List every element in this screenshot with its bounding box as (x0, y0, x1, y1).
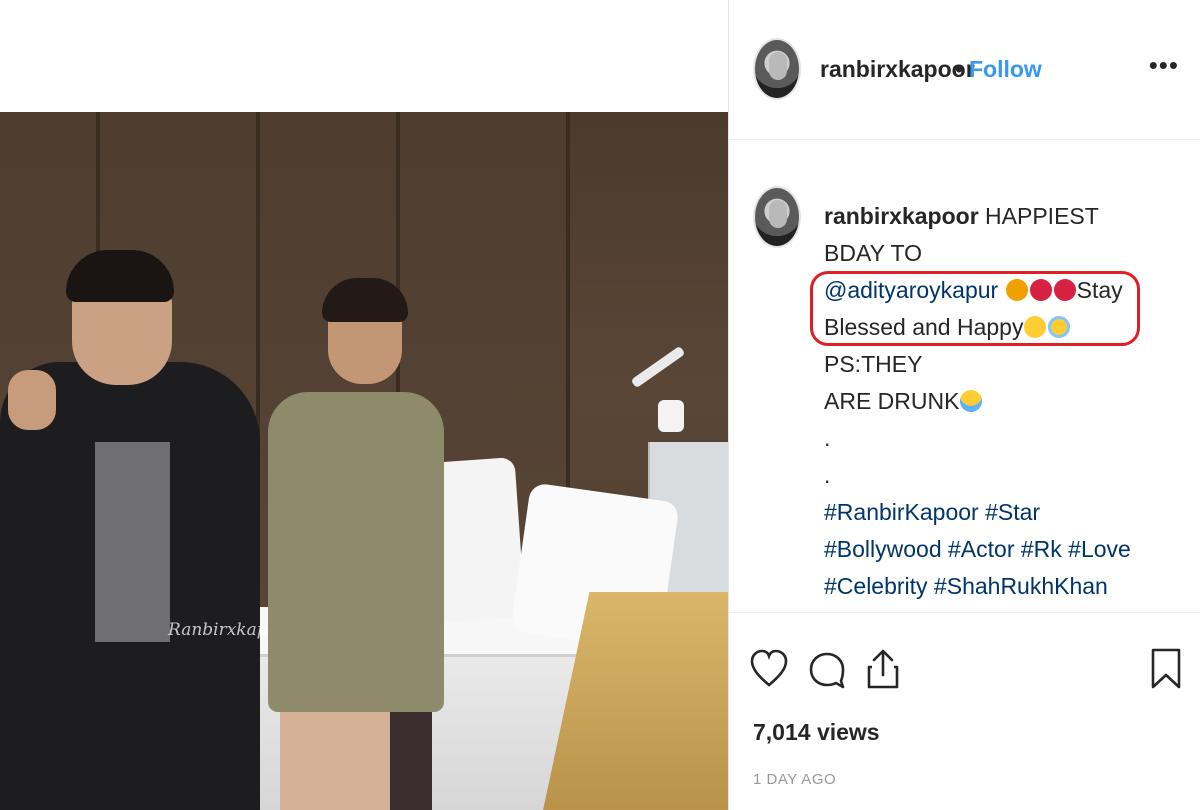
avatar-face (769, 200, 787, 228)
caption-username[interactable]: ranbirxkapoor (824, 203, 979, 229)
caption-text: ranbirxkapoor HAPPIEST BDAY TO @adityaro… (824, 198, 1144, 612)
post-media[interactable]: Ranbirxkap (0, 0, 728, 810)
separator-dot: • (955, 56, 964, 82)
comment-icon[interactable] (807, 647, 847, 691)
lamp-head (658, 400, 684, 432)
post-header: ranbirxkapoor • Follow ••• (729, 0, 1200, 140)
bookmark-icon[interactable] (1149, 647, 1183, 691)
header-username[interactable]: ranbirxkapoor (820, 56, 975, 83)
person-left-hand (8, 370, 56, 430)
caption-drunk: ARE DRUNK (824, 388, 960, 414)
video-watermark: Ranbirxkap (168, 620, 268, 640)
person-right-dress (268, 392, 444, 712)
laughing-tears-emoji (960, 390, 983, 412)
caption-ps: PS:THEY (824, 351, 923, 377)
caption-avatar[interactable] (753, 186, 801, 248)
caption-hashtags[interactable]: #RanbirKapoor #Star #Bollywood #Actor #R… (824, 499, 1136, 612)
video-frame[interactable]: Ranbirxkap (0, 112, 728, 810)
action-bar: 7,014 views 1 DAY AGO (729, 612, 1200, 810)
share-icon[interactable] (863, 647, 903, 691)
follow-button[interactable]: Follow (969, 56, 1042, 83)
lamp-arm (630, 345, 686, 389)
view-count[interactable]: 7,014 views (753, 719, 880, 746)
profile-avatar[interactable] (753, 38, 801, 100)
caption-dot: . (824, 462, 831, 488)
more-options-icon[interactable]: ••• (1149, 50, 1179, 81)
post-sidebar: ranbirxkapoor • Follow ••• ranbirxkapoor… (728, 0, 1200, 810)
like-heart-icon[interactable] (749, 647, 789, 691)
post-timestamp[interactable]: 1 DAY AGO (753, 771, 836, 788)
highlight-circle (810, 271, 1140, 346)
caption-area[interactable]: ranbirxkapoor HAPPIEST BDAY TO @adityaro… (729, 140, 1200, 612)
person-left-shirt (95, 442, 170, 642)
avatar-face (769, 52, 787, 80)
caption-dot: . (824, 425, 831, 451)
